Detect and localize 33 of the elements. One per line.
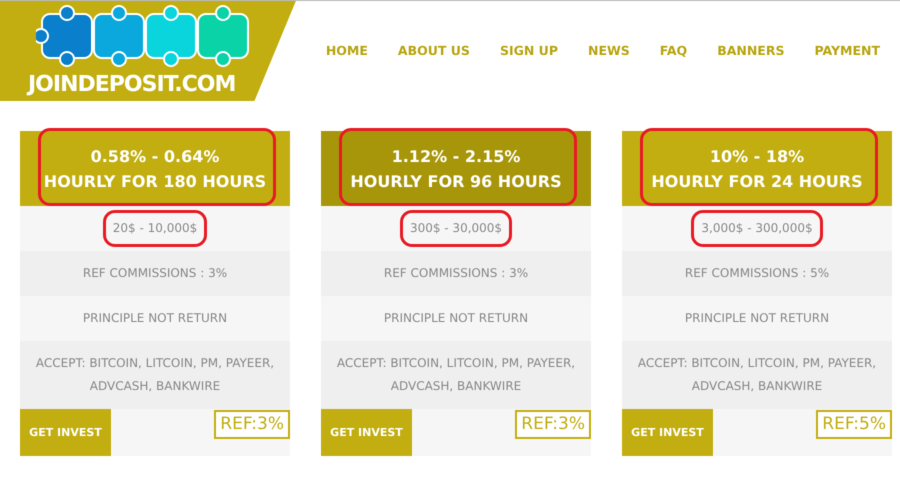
plan-rate: 10% - 18% (710, 146, 804, 168)
plan-range: 20$ - 10,000$ (112, 220, 198, 237)
logo-banner[interactable]: JOINDEPOSIT.COM (0, 1, 296, 101)
get-invest-button[interactable]: GET INVEST (622, 409, 713, 456)
ref-badge: REF:5% (816, 410, 892, 439)
nav-link[interactable]: PAYMENT (814, 43, 880, 58)
plan-commission: REF COMMISSIONS : 3% (82, 265, 228, 282)
plan-term: HOURLY FOR 24 HOURS (651, 170, 863, 192)
logo-text: JOINDEPOSIT.COM (28, 71, 236, 99)
plan-rate: 0.58% - 0.64% (90, 146, 220, 168)
ref-badge: REF:3% (515, 410, 591, 439)
plan-term: HOURLY FOR 96 HOURS (350, 170, 562, 192)
plan-term: HOURLY FOR 180 HOURS (44, 170, 266, 192)
plan-commission: REF COMMISSIONS : 5% (684, 265, 830, 282)
plan-range: 3,000$ - 300,000$ (701, 220, 813, 237)
nav-link[interactable]: ABOUT US (398, 43, 470, 58)
ref-badge: REF:3% (214, 410, 290, 439)
nav-link[interactable]: SIGN UP (500, 43, 558, 58)
plan-range: 300$ - 30,000$ (410, 220, 502, 237)
plan-payment-methods: ACCEPT: BITCOIN, LITCOIN, PM, PAYEER, ADVCASH, BANKWIRE (636, 355, 878, 395)
plan-principle: PRINCIPLE NOT RETURN (684, 310, 830, 327)
plan-commission: REF COMMISSIONS : 3% (382, 265, 530, 282)
nav-link[interactable]: BANNERS (717, 43, 784, 58)
nav-link[interactable]: FAQ (660, 43, 688, 58)
plan-principle: PRINCIPLE NOT RETURN (82, 310, 228, 327)
nav-link[interactable]: NEWS (588, 43, 630, 58)
nav-link[interactable]: HOME (326, 43, 368, 58)
plan-payment-methods: ACCEPT: BITCOIN, LITCOIN, PM, PAYEER, ADVCASH, BANKWIRE (34, 355, 276, 395)
get-invest-button[interactable]: GET INVEST (20, 409, 111, 456)
plan-payment-methods: ACCEPT: BITCOIN, LITCOIN, PM, PAYEER, ADVCASH, BANKWIRE (336, 355, 576, 395)
plan-rate: 1.12% - 2.15% (392, 146, 520, 168)
plan-principle: PRINCIPLE NOT RETURN (382, 310, 530, 327)
get-invest-button[interactable]: GET INVEST (321, 409, 412, 456)
